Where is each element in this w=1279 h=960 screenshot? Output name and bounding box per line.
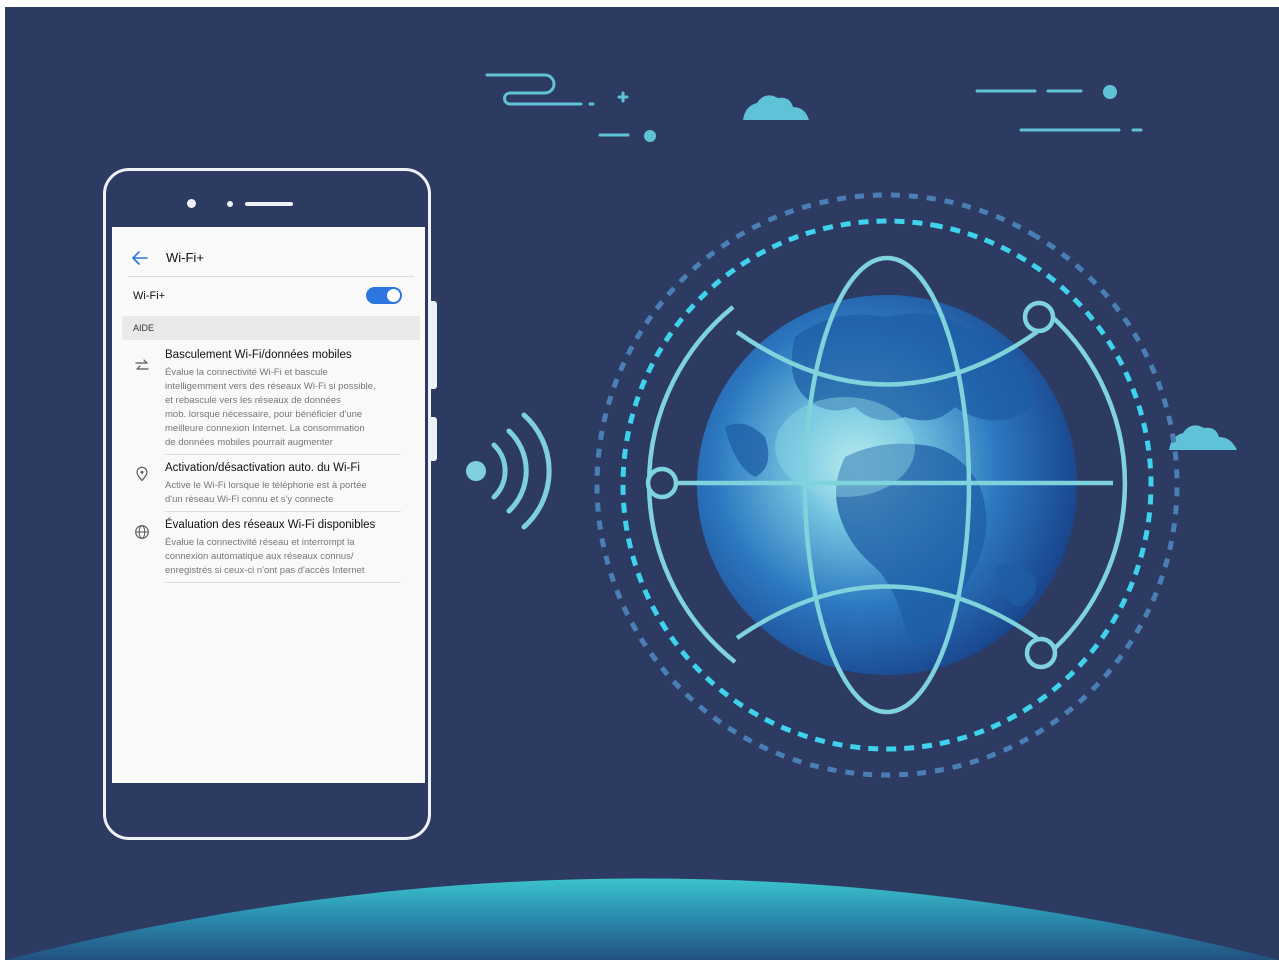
item-description: Évalue la connectivité Wi-Fi et bascule … [165,366,405,450]
desc-line: intelligemment vers des réseaux Wi-Fi si… [165,381,376,392]
desc-line: Évalue la connectivité réseau et interro… [165,537,355,548]
globe-icon [135,525,149,539]
cloud-icon [1169,425,1237,450]
phone-camera [187,199,196,208]
page-title: Wi-Fi+ [166,250,204,265]
desc-line: de données mobiles pourrait augmenter [165,437,333,448]
phone-speaker [245,202,293,206]
list-item-auto-wifi[interactable]: Activation/désactivation auto. du Wi-Fi … [112,462,425,514]
location-pin-icon [136,466,148,482]
cloud-icon [743,95,809,120]
desc-line: Active le Wi-Fi lorsque le téléphone est… [165,480,367,491]
desc-line: mob. lorsque nécessaire, pour bénéficier… [165,409,363,420]
phone-volume-button [431,417,437,461]
desc-line: et rebascule vers les réseaux de données [165,395,341,406]
illustration-canvas: Wi-Fi+ Wi-Fi+ AIDE Basculement Wi-Fi/don… [5,7,1279,960]
app-header: Wi-Fi+ [112,227,425,276]
item-divider [165,454,401,455]
section-header: AIDE [122,316,420,340]
item-divider [165,582,401,583]
phone-screen: Wi-Fi+ Wi-Fi+ AIDE Basculement Wi-Fi/don… [112,227,425,783]
item-divider [165,511,401,512]
item-title: Évaluation des réseaux Wi-Fi disponibles [165,519,376,531]
item-title: Activation/désactivation auto. du Wi-Fi [165,462,360,474]
desc-line: meilleure connexion Internet. La consomm… [165,423,365,434]
phone-sensor [227,201,233,207]
wifi-plus-label: Wi-Fi+ [133,290,166,302]
desc-line: enregistrés si ceux-ci n'ont pas d'accès… [165,565,365,576]
wifi-plus-toggle[interactable] [366,287,402,304]
desc-line: Évalue la connectivité Wi-Fi et bascule [165,367,328,378]
horizon-ground [5,878,1279,960]
section-label: AIDE [133,323,155,333]
desc-line: d'un réseau Wi-Fi connu et s'y connecte [165,494,334,505]
toggle-knob [387,289,400,302]
item-description: Active le Wi-Fi lorsque le téléphone est… [165,479,405,507]
item-title: Basculement Wi-Fi/données mobiles [165,349,352,361]
item-description: Évalue la connectivité réseau et interro… [165,536,405,578]
header-divider [128,276,414,277]
list-item-switching[interactable]: Basculement Wi-Fi/données mobiles Évalue… [112,349,425,454]
desc-line: connexion automatique aux réseaux connus… [165,551,354,562]
wifi-signal-icon [466,412,552,530]
wind-icon [485,73,1143,137]
arrow-left-icon[interactable] [131,249,149,267]
phone-power-button [431,301,437,389]
swap-arrows-icon [135,359,149,370]
list-item-network-evaluation[interactable]: Évaluation des réseaux Wi-Fi disponibles… [112,519,425,584]
